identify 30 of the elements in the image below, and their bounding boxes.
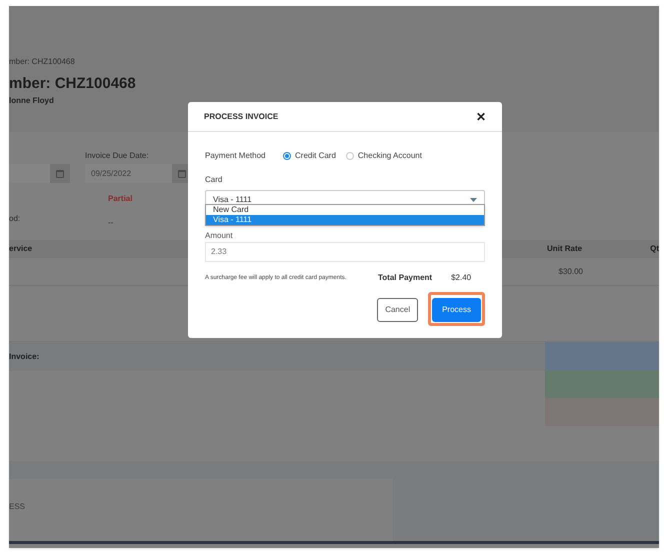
total-label: Total Payment	[378, 272, 432, 284]
close-button[interactable]: ✕	[476, 110, 486, 122]
section-title: Invoice:	[9, 350, 40, 362]
method-value: --	[108, 217, 114, 229]
due-date-label: Invoice Due Date:	[85, 152, 150, 160]
field-label: Card	[205, 174, 224, 186]
section-title: ESS	[9, 502, 26, 511]
radio-option[interactable]: Checking Account	[346, 150, 422, 162]
status-text: Partial	[108, 193, 134, 205]
date-field[interactable]	[9, 164, 50, 183]
caret-icon	[470, 198, 477, 202]
field-label: Amount	[205, 232, 234, 240]
amount-field[interactable]: 2.33	[205, 242, 485, 262]
cancel-button[interactable]: Cancel	[377, 298, 418, 322]
field-label: od:	[9, 213, 22, 225]
column-header: Qt	[650, 243, 659, 255]
customer-name: lonne Floyd	[9, 97, 55, 105]
total-amount: $2.40	[451, 272, 472, 284]
calendar-icon	[178, 169, 186, 178]
calendar-icon	[56, 169, 64, 178]
dropdown-option[interactable]: Visa - 1111	[206, 215, 484, 225]
process-button[interactable]: Process	[432, 298, 481, 322]
radio-option[interactable]: Credit Card	[283, 150, 336, 162]
column-header: Unit Rate	[546, 243, 582, 255]
dialog-title: PROCESS INVOICE	[204, 110, 278, 122]
table-cell-text: $30.00	[558, 266, 583, 278]
column-header: ervice	[9, 243, 34, 255]
field-label: Payment Method	[205, 150, 266, 162]
page-title: mber: CHZ100468	[9, 76, 137, 91]
breadcrumb: mber: CHZ100468	[9, 58, 76, 66]
